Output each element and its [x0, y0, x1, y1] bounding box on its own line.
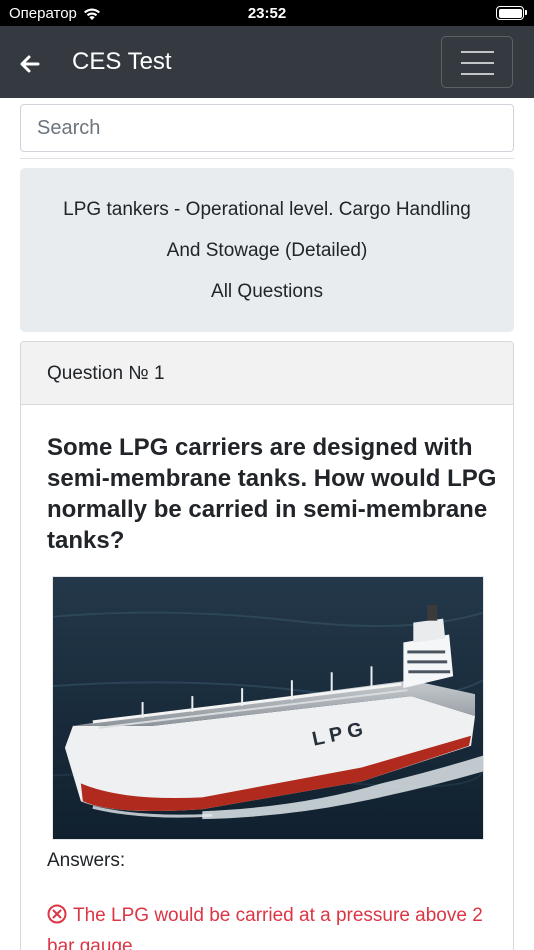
status-time: 23:52	[247, 5, 287, 22]
question-card: Question № 1 Some LPG carriers are desig…	[20, 341, 514, 950]
divider	[20, 158, 514, 159]
navbar: CES Test	[0, 26, 534, 98]
test-title-line2: And Stowage (Detailed)	[166, 240, 368, 261]
hamburger-icon-line	[461, 62, 494, 64]
arrow-left-icon	[20, 55, 40, 73]
test-subtitle: All Questions	[211, 281, 323, 302]
answer-text: The LPG would be carried at a pressure a…	[47, 905, 483, 950]
x-circle-icon	[47, 904, 67, 924]
test-title-box: LPG tankers - Operational level. Cargo H…	[20, 168, 514, 332]
test-title-line1: LPG tankers - Operational level. Cargo H…	[63, 199, 471, 220]
lpg-tanker-image: L P G	[52, 576, 484, 840]
battery-icon	[496, 6, 527, 20]
page-title: CES Test	[72, 48, 172, 75]
search-input[interactable]	[20, 104, 514, 152]
answer-item[interactable]: The LPG would be carried at a pressure a…	[47, 900, 507, 950]
back-button[interactable]	[16, 50, 44, 78]
answers-label: Answers:	[47, 850, 126, 871]
hamburger-icon-line	[461, 51, 494, 53]
question-text: Some LPG carriers are designed with semi…	[47, 434, 497, 554]
menu-toggle-button[interactable]	[441, 36, 513, 88]
status-bar: Оператор 23:52	[0, 0, 534, 26]
question-number: Question № 1	[21, 342, 513, 405]
hamburger-icon-line	[461, 73, 494, 75]
